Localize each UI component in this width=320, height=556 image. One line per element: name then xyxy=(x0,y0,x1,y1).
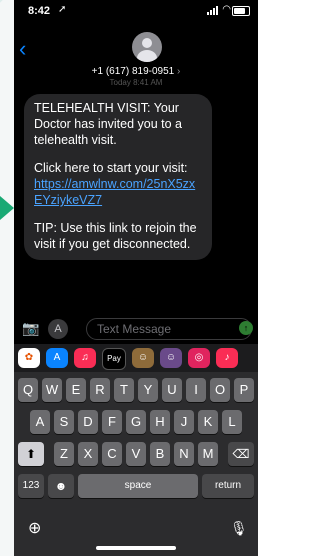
key-a[interactable]: A xyxy=(30,410,50,434)
applepay-app-icon[interactable]: Pay xyxy=(102,348,126,370)
contact-number: +1 (617) 819-0951 xyxy=(91,66,175,77)
space-key[interactable]: space xyxy=(78,474,198,498)
message-paragraph-1: TELEHEALTH VISIT: Your Doctor has invite… xyxy=(34,101,182,147)
music-app-icon[interactable]: ♫ xyxy=(74,348,96,368)
key-f[interactable]: F xyxy=(102,410,122,434)
return-key[interactable]: return xyxy=(202,474,254,498)
send-icon[interactable]: ↑ xyxy=(239,321,253,335)
contact-avatar[interactable] xyxy=(132,32,162,62)
key-t[interactable]: T xyxy=(114,378,134,402)
contact-name[interactable]: +1 (617) 819-0951 › xyxy=(14,66,258,77)
camera-icon[interactable]: 📷 xyxy=(22,320,40,338)
status-time: 8:42 xyxy=(28,5,51,17)
message-paragraph-2: Click here to start your visit: https://… xyxy=(34,160,202,208)
music-app-2-icon[interactable]: ♪ xyxy=(216,348,238,368)
globe-icon[interactable]: ⊕ xyxy=(28,518,41,538)
home-indicator[interactable] xyxy=(96,546,176,550)
key-k[interactable]: K xyxy=(198,410,218,434)
delete-key-icon[interactable]: ⌫ xyxy=(228,442,254,466)
keyboard: Q W E R T Y U I O P A S D F G H J K L ⬆ … xyxy=(14,372,258,556)
signal-icon xyxy=(207,6,218,15)
message-bubble: TELEHEALTH VISIT: Your Doctor has invite… xyxy=(24,94,212,260)
memoji-1-icon[interactable]: ☺ xyxy=(132,348,154,368)
key-j[interactable]: J xyxy=(174,410,194,434)
key-o[interactable]: O xyxy=(210,378,230,402)
chevron-right-icon: › xyxy=(177,66,181,77)
appstore-app-icon[interactable]: A xyxy=(46,348,68,368)
wifi-icon: ◠ xyxy=(222,4,231,15)
location-icon: ➚ xyxy=(58,4,67,15)
key-w[interactable]: W xyxy=(42,378,62,402)
compose-row: 📷 A Text Message ↑ xyxy=(14,316,258,344)
message-paragraph-3: TIP: Use this link to rejoin the visit i… xyxy=(34,221,197,251)
key-s[interactable]: S xyxy=(54,410,74,434)
key-b[interactable]: B xyxy=(150,442,170,466)
key-y[interactable]: Y xyxy=(138,378,158,402)
key-g[interactable]: G xyxy=(126,410,146,434)
key-z[interactable]: Z xyxy=(54,442,74,466)
key-q[interactable]: Q xyxy=(18,378,38,402)
images-search-icon[interactable]: ◎ xyxy=(188,348,210,368)
key-r[interactable]: R xyxy=(90,378,110,402)
telehealth-link[interactable]: https://amwlnw.com/25nX5zxEYziykeVZ7 xyxy=(34,177,195,207)
message-link-intro: Click here to start your visit: xyxy=(34,161,188,175)
key-v[interactable]: V xyxy=(126,442,146,466)
photos-app-icon[interactable]: ✿ xyxy=(18,348,40,368)
key-p[interactable]: P xyxy=(234,378,254,402)
battery-icon xyxy=(232,6,250,16)
app-strip: ✿ A ♫ Pay ☺ ☺ ◎ ♪ xyxy=(14,344,258,372)
shift-key-icon[interactable]: ⬆ xyxy=(18,442,44,466)
key-c[interactable]: C xyxy=(102,442,122,466)
key-e[interactable]: E xyxy=(66,378,86,402)
emoji-key-icon[interactable]: ☻ xyxy=(48,474,74,498)
message-timestamp: Today 8:41 AM xyxy=(109,78,163,87)
key-u[interactable]: U xyxy=(162,378,182,402)
phone-screen: 8:42 ➚ ◠ ‹ +1 (617) 819-0951 › Today 8:4… xyxy=(14,0,258,556)
key-l[interactable]: L xyxy=(222,410,242,434)
key-x[interactable]: X xyxy=(78,442,98,466)
apps-icon[interactable]: A xyxy=(48,319,68,339)
status-bar: 8:42 ➚ ◠ xyxy=(14,0,258,22)
message-input[interactable]: Text Message xyxy=(86,318,252,340)
back-button[interactable]: ‹ xyxy=(19,36,26,62)
memoji-2-icon[interactable]: ☺ xyxy=(160,348,182,368)
key-n[interactable]: N xyxy=(174,442,194,466)
microphone-icon[interactable]: 🎙 xyxy=(230,520,248,537)
key-i[interactable]: I xyxy=(186,378,206,402)
key-d[interactable]: D xyxy=(78,410,98,434)
key-h[interactable]: H xyxy=(150,410,170,434)
numbers-key[interactable]: 123 xyxy=(18,474,44,498)
key-m[interactable]: M xyxy=(198,442,218,466)
